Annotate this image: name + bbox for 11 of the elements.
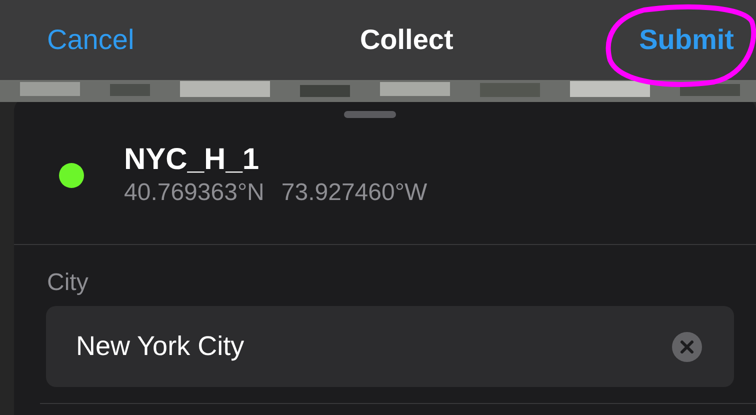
field-value: New York City [76,330,244,364]
longitude-text: 73.927460°W [281,178,428,208]
screen-title: Collect [360,23,454,57]
field-label: City [47,268,90,298]
submit-button[interactable]: Submit [639,19,734,61]
drag-handle[interactable] [344,111,396,118]
cancel-button[interactable]: Cancel [47,19,134,61]
clear-icon[interactable] [672,332,702,362]
feature-name: NYC_H_1 [124,142,260,178]
latitude-text: 40.769363°N [124,178,264,208]
city-field[interactable]: New York City [46,306,734,387]
